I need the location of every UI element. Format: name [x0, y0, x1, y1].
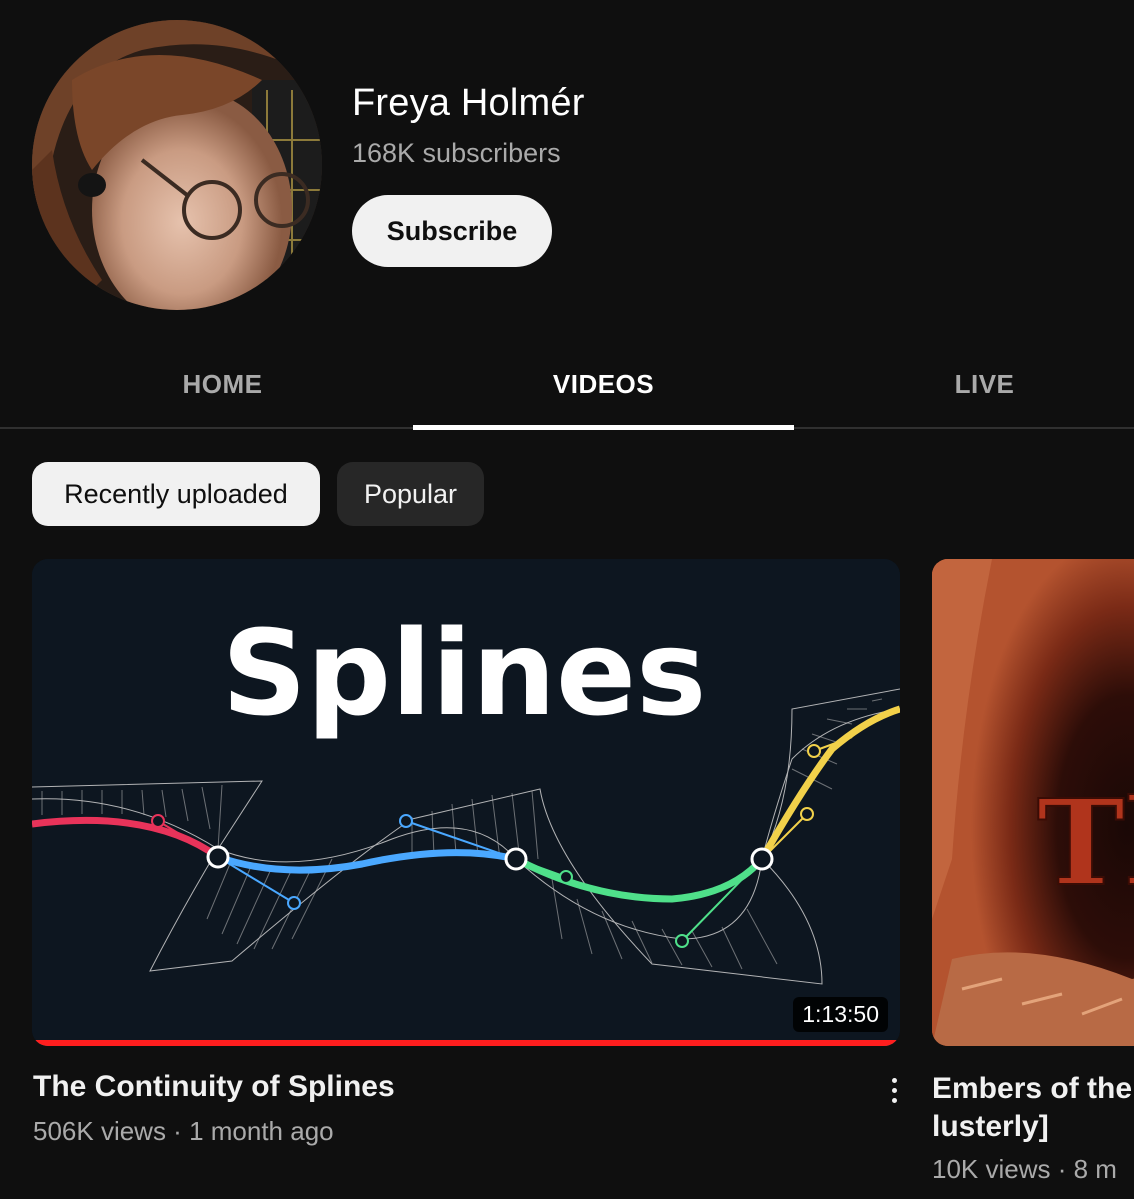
chip-popular[interactable]: Popular [337, 462, 484, 526]
tab-home[interactable]: HOME [32, 340, 413, 429]
video-thumbnail[interactable]: Splines 1:13:50 [32, 559, 900, 1046]
video-duration: 1:13:50 [793, 997, 888, 1032]
chip-recently-uploaded[interactable]: Recently uploaded [32, 462, 320, 526]
watch-progress-fill [32, 1040, 900, 1046]
active-tab-indicator [413, 425, 794, 430]
tab-videos[interactable]: VIDEOS [413, 340, 794, 429]
video-thumbnail-2[interactable]: Th [932, 559, 1134, 1046]
avatar-image [32, 20, 322, 310]
tab-live[interactable]: LIVE [794, 340, 1134, 429]
video-title-2-line1: Embers of the [932, 1072, 1133, 1105]
thumbnail-title-text: Splines [222, 604, 707, 742]
subscribe-button[interactable]: Subscribe [352, 195, 552, 267]
channel-tabs: HOME VIDEOS LIVE [0, 340, 1134, 429]
subscriber-count: 168K subscribers [352, 138, 561, 168]
watch-progress-bar [32, 1040, 900, 1046]
more-dot-icon [891, 1097, 897, 1103]
video-meta: 506K views · 1 month ago [33, 1116, 334, 1146]
video-title[interactable]: The Continuity of Splines [33, 1070, 395, 1104]
channel-name: Freya Holmér [352, 82, 585, 124]
more-dot-icon [891, 1077, 897, 1083]
video-title-2-line2: lusterly] [932, 1110, 1049, 1143]
video-title-2[interactable]: Embers of the lusterly] [932, 1070, 1134, 1146]
more-dot-icon [891, 1087, 897, 1093]
splines-thumbnail-art: Splines [32, 559, 900, 1046]
channel-page: Freya Holmér 168K subscribers Subscribe … [0, 0, 1134, 1199]
channel-avatar[interactable] [32, 20, 322, 310]
embers-thumbnail-art: Th [932, 559, 1134, 1046]
thumbnail-title-text-2: Th [1037, 773, 1134, 912]
video-meta-2: 10K views · 8 m [932, 1154, 1117, 1184]
more-options-button[interactable] [880, 1070, 908, 1110]
